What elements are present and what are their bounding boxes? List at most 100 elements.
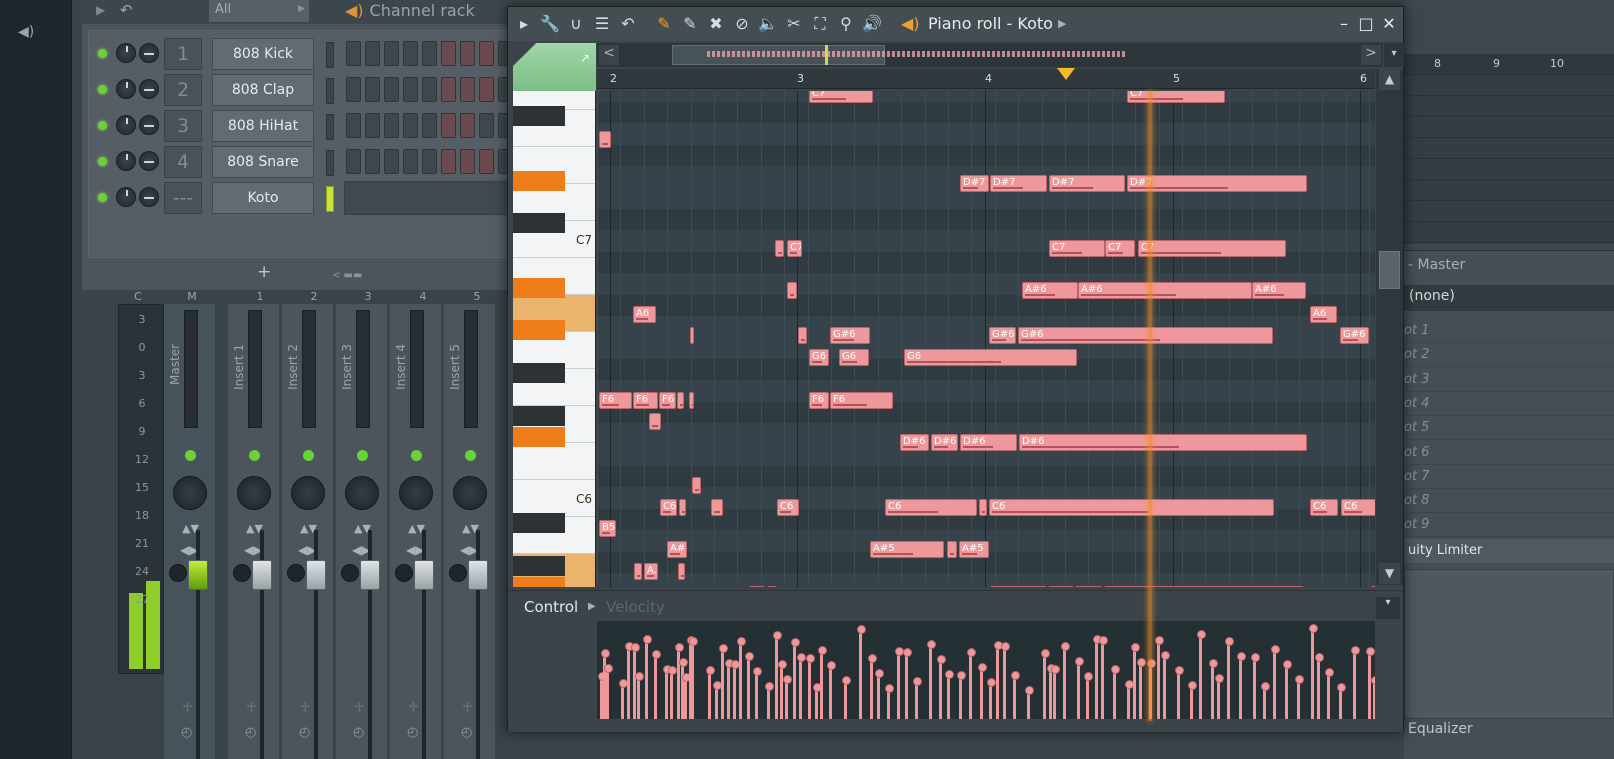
- note-block[interactable]: C6: [1341, 499, 1375, 516]
- note-block[interactable]: F6: [633, 392, 658, 409]
- vertical-scrollbar[interactable]: ▲ ▼: [1376, 69, 1403, 585]
- velocity-bar[interactable]: [635, 672, 644, 719]
- strip-led[interactable]: [357, 450, 368, 461]
- note-block[interactable]: G#6: [989, 327, 1016, 344]
- step-button[interactable]: [479, 41, 494, 66]
- effect-slot[interactable]: ot 5: [1404, 416, 1614, 441]
- velocity-bar[interactable]: [895, 647, 904, 719]
- note-block[interactable]: G#5: [1048, 586, 1074, 587]
- step-button[interactable]: [384, 149, 399, 174]
- channel-select[interactable]: [326, 114, 334, 140]
- velocity-bar[interactable]: [1315, 653, 1324, 719]
- note-block[interactable]: [692, 477, 701, 494]
- velocity-bar[interactable]: [913, 677, 922, 719]
- step-button[interactable]: [346, 41, 361, 66]
- channel-led[interactable]: [98, 49, 107, 58]
- highlighted-key[interactable]: [513, 577, 565, 587]
- effect-slot[interactable]: ot 6: [1404, 441, 1614, 465]
- velocity-bar[interactable]: [1125, 680, 1134, 719]
- velocity-bar[interactable]: [753, 667, 762, 719]
- note-block[interactable]: [767, 586, 777, 587]
- step-button[interactable]: [365, 77, 380, 102]
- note-block[interactable]: D#6: [1019, 434, 1307, 451]
- pattern-preview[interactable]: [344, 181, 519, 215]
- select-icon[interactable]: ⛶: [810, 14, 830, 34]
- black-key[interactable]: [513, 363, 565, 384]
- velocity-bar[interactable]: [1261, 682, 1270, 719]
- stereo-knob[interactable]: [449, 564, 467, 582]
- note-block[interactable]: G#5: [990, 586, 1047, 587]
- channel-number[interactable]: ---: [164, 182, 202, 214]
- equalizer-graph[interactable]: [1404, 569, 1614, 719]
- note-block[interactable]: G.: [749, 586, 765, 587]
- velocity-bar[interactable]: [1251, 653, 1260, 719]
- step-button[interactable]: [346, 113, 361, 138]
- velocity-bar[interactable]: [745, 652, 754, 719]
- volume-knob[interactable]: [139, 151, 159, 171]
- strip-led[interactable]: [411, 450, 422, 461]
- step-button[interactable]: [346, 77, 361, 102]
- latency-icon[interactable]: ◴: [461, 725, 472, 740]
- pan-knob[interactable]: [116, 187, 136, 207]
- channel-number[interactable]: 1: [164, 38, 202, 70]
- note-block[interactable]: A#5: [667, 541, 687, 558]
- playlist-ruler[interactable]: 8 9 10: [1404, 54, 1614, 74]
- velocity-bar[interactable]: [731, 660, 740, 719]
- note-block[interactable]: [798, 327, 807, 344]
- velocity-bar[interactable]: [1351, 646, 1360, 719]
- velocity-bar[interactable]: [1225, 637, 1234, 719]
- note-block[interactable]: [1371, 586, 1375, 587]
- record-arm-icon[interactable]: ♱: [246, 700, 257, 716]
- velocity-bar[interactable]: [631, 643, 640, 719]
- velocity-bar[interactable]: [675, 643, 684, 719]
- channel-name-button[interactable]: 808 HiHat: [212, 110, 314, 142]
- record-arm-icon[interactable]: ♱: [408, 700, 419, 716]
- note-block[interactable]: A6: [633, 306, 656, 323]
- velocity-bar[interactable]: [652, 650, 661, 719]
- velocity-bar[interactable]: [1325, 668, 1334, 719]
- step-button[interactable]: [460, 41, 475, 66]
- mixer-strip[interactable]: Insert 5 ▲▼ ◀▶ ♱ ◴: [444, 304, 496, 759]
- step-button[interactable]: [460, 149, 475, 174]
- channel-number[interactable]: 4: [164, 146, 202, 178]
- pan-knob[interactable]: [116, 151, 136, 171]
- velocity-bar[interactable]: [719, 644, 728, 719]
- note-block[interactable]: A#5: [870, 541, 944, 558]
- velocity-bar[interactable]: [1271, 645, 1280, 719]
- latency-icon[interactable]: ◴: [181, 725, 192, 740]
- note-grid[interactable]: C7C7D#7D#7D#7D#7C7C7C7C7A#6A#6A#6A6A6G#6…: [597, 91, 1375, 587]
- record-arm-icon[interactable]: ♱: [300, 700, 311, 716]
- step-button[interactable]: [403, 113, 418, 138]
- note-block[interactable]: G#6: [1340, 327, 1369, 344]
- velocity-bar[interactable]: [1041, 649, 1050, 719]
- velocity-bar[interactable]: [1209, 659, 1218, 719]
- playback-icon[interactable]: 🔊: [862, 14, 882, 34]
- note-block[interactable]: G#5: [1104, 586, 1304, 587]
- step-button[interactable]: [403, 41, 418, 66]
- note-block[interactable]: A#6: [1252, 282, 1306, 299]
- note-block[interactable]: G#6: [1018, 327, 1273, 344]
- channel-led[interactable]: [98, 157, 107, 166]
- speaker-icon[interactable]: ◀): [18, 24, 36, 40]
- velocity-bar[interactable]: [668, 666, 677, 719]
- note-block[interactable]: [775, 240, 784, 257]
- volume-fader[interactable]: [414, 560, 434, 590]
- velocity-bar[interactable]: [689, 637, 698, 719]
- note-block[interactable]: A#6: [1078, 282, 1252, 299]
- piano-roll-ruler[interactable]: 2 3 4 5 6: [597, 69, 1375, 89]
- note-block[interactable]: A6: [1310, 306, 1337, 323]
- step-button[interactable]: [422, 113, 437, 138]
- mixer-strip[interactable]: Master ▲▼ ◀▶ ♱ ◴: [164, 304, 216, 759]
- strip-led[interactable]: [249, 450, 260, 461]
- add-channel-button[interactable]: +: [257, 262, 271, 282]
- step-button[interactable]: [422, 149, 437, 174]
- note-block[interactable]: A.: [644, 563, 658, 580]
- stereo-knob[interactable]: [395, 564, 413, 582]
- playlist-grid[interactable]: [1404, 74, 1614, 244]
- velocity-bar[interactable]: [1099, 636, 1108, 719]
- step-button[interactable]: [441, 113, 456, 138]
- stereo-knob[interactable]: [287, 564, 305, 582]
- volume-fader[interactable]: [306, 560, 326, 590]
- velocity-lane[interactable]: [597, 621, 1375, 719]
- strip-led[interactable]: [185, 450, 196, 461]
